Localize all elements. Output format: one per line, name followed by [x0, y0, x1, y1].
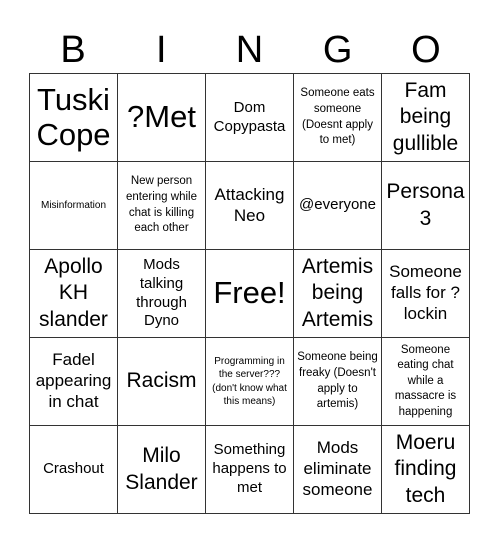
bingo-cell[interactable]: Someone falls for ?lockin [382, 250, 470, 338]
bingo-cell[interactable]: Dom Copypasta [206, 74, 294, 162]
bingo-cell[interactable]: New person entering while chat is killin… [118, 162, 206, 250]
bingo-cell[interactable]: Attacking Neo [206, 162, 294, 250]
bingo-header: B I N G O [29, 28, 470, 73]
bingo-grid: Tuski Cope ?Met Dom Copypasta Someone ea… [29, 73, 470, 514]
bingo-cell[interactable]: Crashout [30, 426, 118, 514]
bingo-cell[interactable]: Mods talking through Dyno [118, 250, 206, 338]
header-letter-g: G [322, 29, 353, 71]
free-space-cell[interactable]: Free! [206, 250, 294, 338]
header-letter-o: O [411, 29, 441, 71]
bingo-cell[interactable]: Someone eating chat while a massacre is … [382, 338, 470, 426]
bingo-cell[interactable]: Someone eats someone (Doesnt apply to me… [294, 74, 382, 162]
bingo-cell[interactable]: Programming in the server??? (don't know… [206, 338, 294, 426]
header-letter-i: I [156, 29, 167, 71]
bingo-cell[interactable]: Someone being freaky (Doesn't apply to a… [294, 338, 382, 426]
bingo-cell[interactable]: @everyone [294, 162, 382, 250]
bingo-cell[interactable]: Milo Slander [118, 426, 206, 514]
header-letter-b: B [60, 29, 86, 71]
bingo-cell[interactable]: Moeru finding tech [382, 426, 470, 514]
bingo-cell[interactable]: Fadel appearing in chat [30, 338, 118, 426]
bingo-cell[interactable]: Mods eliminate someone [294, 426, 382, 514]
bingo-cell[interactable]: Fam being gullible [382, 74, 470, 162]
bingo-cell[interactable]: Something happens to met [206, 426, 294, 514]
bingo-cell[interactable]: Misinformation [30, 162, 118, 250]
bingo-cell[interactable]: Racism [118, 338, 206, 426]
bingo-cell[interactable]: ?Met [118, 74, 206, 162]
bingo-cell[interactable]: Tuski Cope [30, 74, 118, 162]
bingo-cell[interactable]: Persona 3 [382, 162, 470, 250]
bingo-cell[interactable]: Apollo KH slander [30, 250, 118, 338]
header-letter-n: N [235, 29, 264, 71]
bingo-cell[interactable]: Artemis being Artemis [294, 250, 382, 338]
